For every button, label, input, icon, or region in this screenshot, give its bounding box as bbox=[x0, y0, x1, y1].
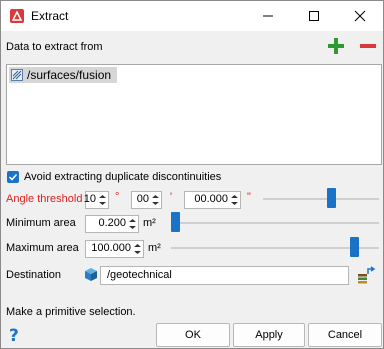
checkbox-icon bbox=[8, 173, 18, 181]
minutes-unit: ' bbox=[170, 191, 173, 203]
seconds-value: 00.000 bbox=[194, 193, 228, 205]
svg-text:?: ? bbox=[9, 326, 19, 344]
seconds-unit: " bbox=[247, 191, 251, 203]
minimum-area-slider-track[interactable] bbox=[171, 222, 379, 224]
title-bar: Extract bbox=[1, 1, 383, 31]
cancel-button[interactable]: Cancel bbox=[308, 323, 382, 347]
maximum-area-label: Maximum area bbox=[6, 242, 79, 254]
help-icon[interactable]: ? bbox=[8, 326, 22, 344]
minimum-area-slider-handle[interactable] bbox=[171, 212, 180, 232]
data-source-label: Data to extract from bbox=[6, 41, 103, 53]
ok-button[interactable]: OK bbox=[156, 323, 230, 347]
avoid-duplicates-label: Avoid extracting duplicate discontinuiti… bbox=[24, 171, 222, 183]
destination-label: Destination bbox=[6, 269, 62, 281]
destination-value: /geotechnical bbox=[107, 269, 172, 281]
list-item-label: /surfaces/fusion bbox=[27, 68, 112, 82]
spin-arrows-icon[interactable] bbox=[98, 193, 107, 207]
maximum-area-slider-handle[interactable] bbox=[350, 237, 360, 257]
maximize-icon bbox=[309, 11, 319, 21]
app-icon bbox=[10, 9, 24, 23]
minutes-value: 00 bbox=[136, 193, 149, 205]
close-icon bbox=[354, 10, 366, 22]
remove-icon[interactable] bbox=[359, 37, 377, 55]
maximum-area-spinbox[interactable]: 100.000 bbox=[85, 240, 144, 258]
window-title: Extract bbox=[31, 9, 69, 23]
extract-dialog: Extract Data to extract from /surfaces/f… bbox=[0, 0, 384, 349]
destination-field[interactable]: /geotechnical bbox=[100, 266, 349, 285]
degrees-value: 10 bbox=[83, 193, 96, 205]
angle-slider-handle[interactable] bbox=[327, 188, 337, 208]
spin-arrows-icon[interactable] bbox=[151, 193, 160, 207]
avoid-duplicates-checkbox[interactable] bbox=[7, 171, 19, 183]
minimize-button[interactable] bbox=[245, 1, 291, 31]
apply-button[interactable]: Apply bbox=[233, 323, 305, 347]
maximum-area-slider-track[interactable] bbox=[171, 247, 379, 249]
maximize-button[interactable] bbox=[291, 1, 337, 31]
maximum-area-value: 100.000 bbox=[91, 242, 131, 254]
seconds-spinbox[interactable]: 00.000 bbox=[184, 191, 241, 209]
maximum-area-unit: m² bbox=[148, 242, 161, 254]
source-list[interactable]: /surfaces/fusion bbox=[6, 64, 382, 165]
degrees-spinbox[interactable]: 10 bbox=[83, 191, 109, 209]
minutes-spinbox[interactable]: 00 bbox=[131, 191, 162, 209]
browse-icon[interactable] bbox=[356, 266, 376, 286]
minimize-icon bbox=[263, 15, 273, 17]
close-button[interactable] bbox=[337, 1, 383, 31]
minimum-area-spinbox[interactable]: 0.200 bbox=[85, 215, 139, 233]
surface-icon bbox=[11, 69, 23, 81]
angle-threshold-label: Angle threshold bbox=[6, 193, 83, 205]
list-item[interactable]: /surfaces/fusion bbox=[9, 67, 117, 83]
minimum-area-label: Minimum area bbox=[6, 217, 76, 229]
minimum-area-value: 0.200 bbox=[98, 217, 126, 229]
spin-arrows-icon[interactable] bbox=[128, 217, 137, 231]
spin-arrows-icon[interactable] bbox=[230, 193, 239, 207]
angle-slider-track[interactable] bbox=[263, 198, 379, 200]
spin-arrows-icon[interactable] bbox=[133, 242, 142, 256]
degrees-unit: ° bbox=[115, 191, 120, 203]
add-icon[interactable] bbox=[327, 37, 345, 55]
minimum-area-unit: m² bbox=[143, 217, 156, 229]
status-text: Make a primitive selection. bbox=[6, 306, 136, 318]
container-icon bbox=[85, 268, 97, 281]
